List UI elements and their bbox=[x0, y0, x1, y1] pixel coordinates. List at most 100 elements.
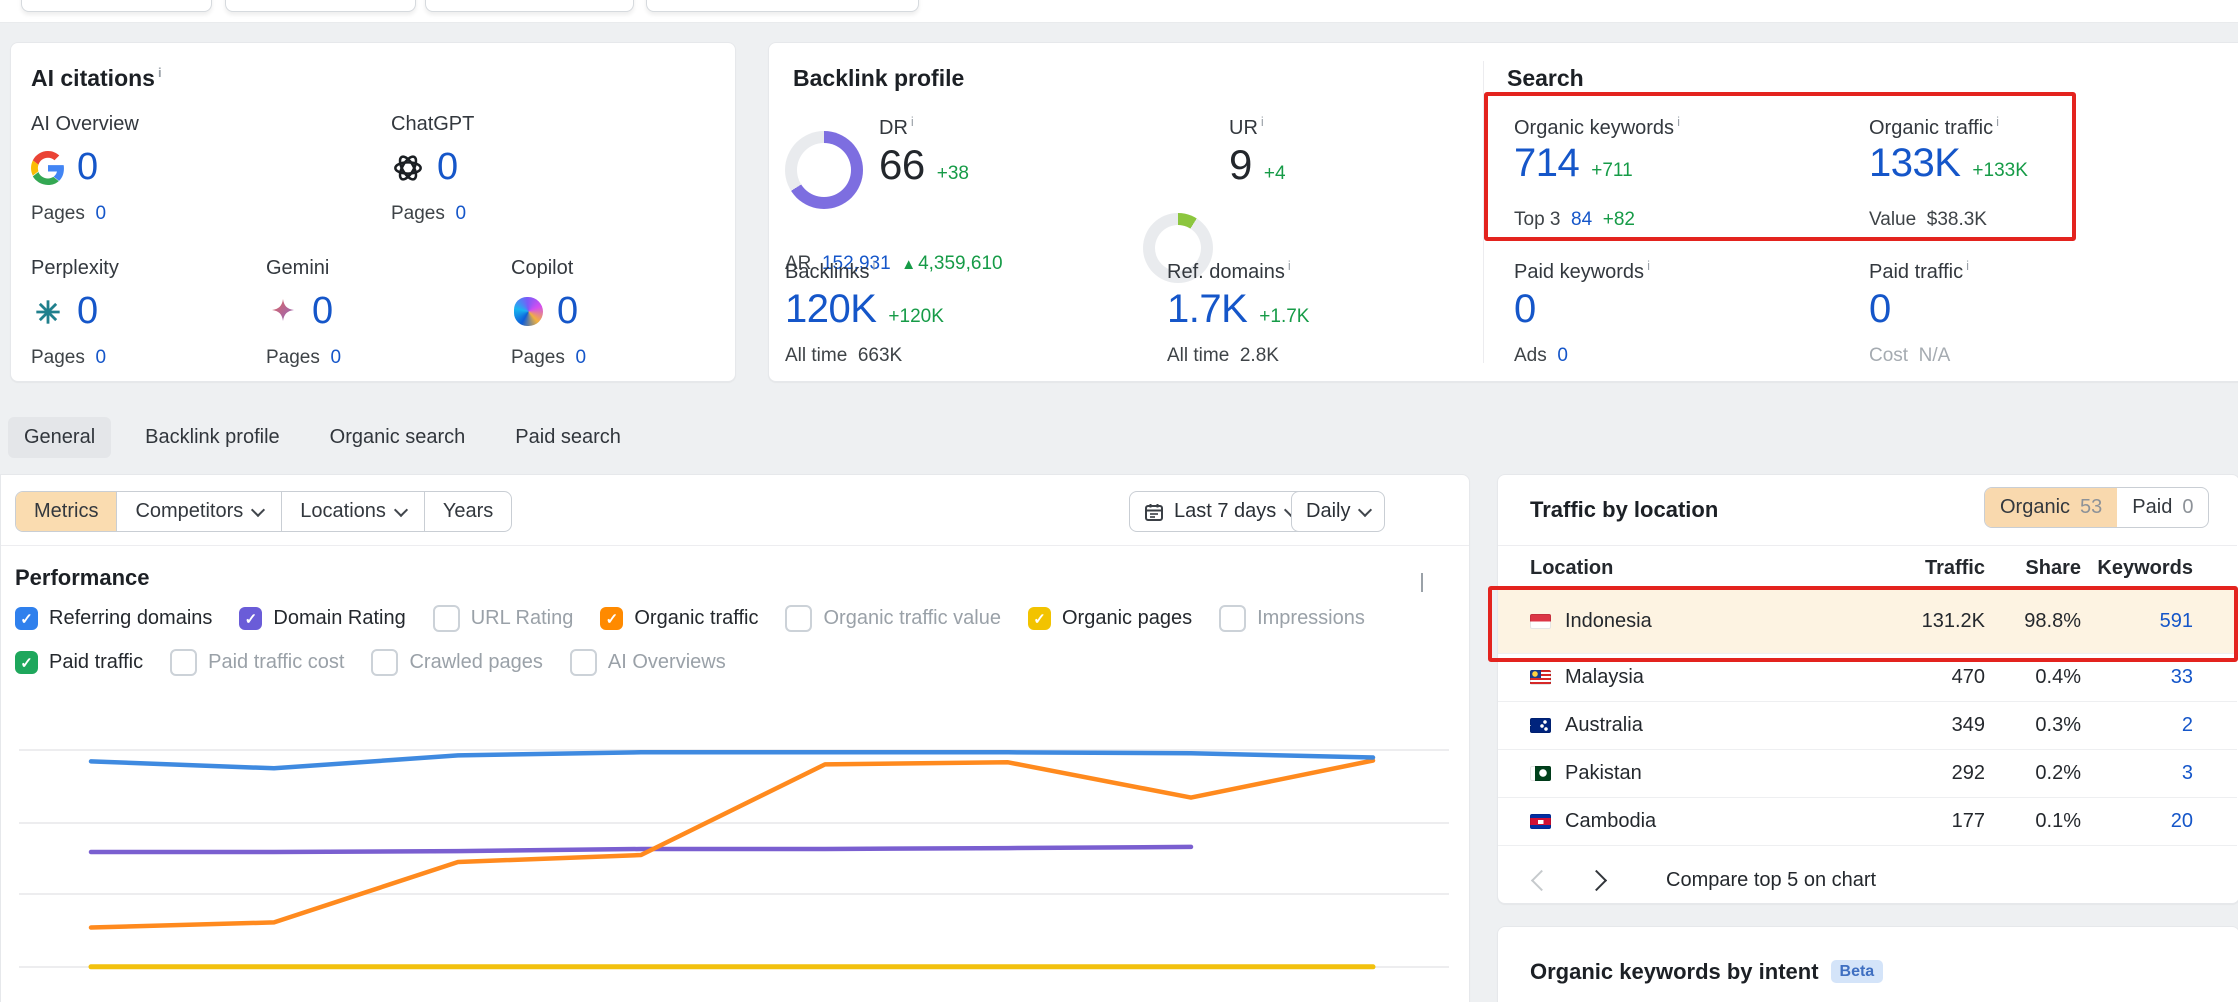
pages-link[interactable]: 0 bbox=[330, 347, 341, 368]
table-row-australia[interactable]: Australia 349 0.3% 2 bbox=[1498, 701, 2237, 750]
info-icon[interactable]: i bbox=[872, 258, 875, 273]
dr-donut-chart bbox=[785, 131, 863, 209]
checkbox-organic-traffic-value[interactable]: Organic traffic value bbox=[785, 605, 1001, 632]
pages-link[interactable]: 0 bbox=[95, 347, 106, 368]
keywords-link[interactable]: 33 bbox=[2081, 666, 2193, 689]
info-icon[interactable]: i bbox=[911, 114, 914, 129]
traffic-value-line: Value $38.3K bbox=[1869, 209, 1987, 231]
organic-keywords-value[interactable]: 714 bbox=[1514, 141, 1579, 186]
table-row-pakistan[interactable]: Pakistan 292 0.2% 3 bbox=[1498, 749, 2237, 798]
checkbox-unchecked-icon bbox=[433, 605, 460, 632]
ai-item-value[interactable]: 0 bbox=[312, 290, 333, 333]
info-icon[interactable]: i bbox=[1261, 114, 1264, 129]
checkbox-paid-traffic-cost[interactable]: Paid traffic cost bbox=[170, 649, 344, 676]
ai-item-label: ChatGPT bbox=[391, 113, 474, 136]
ai-item-value[interactable]: 0 bbox=[77, 290, 98, 333]
column-share[interactable]: Share bbox=[1985, 557, 2081, 580]
tab-backlink-profile[interactable]: Backlink profile bbox=[129, 417, 296, 458]
checkbox-crawled-pages[interactable]: Crawled pages bbox=[371, 649, 542, 676]
search-title: Search bbox=[1507, 65, 1584, 92]
organic-traffic-value[interactable]: 133K bbox=[1869, 141, 1960, 186]
keywords-link[interactable]: 2 bbox=[2081, 714, 2193, 737]
paid-keywords-value[interactable]: 0 bbox=[1514, 287, 1536, 332]
ai-item-label: Copilot bbox=[511, 257, 586, 280]
organic-toggle-option[interactable]: Organic53 bbox=[1985, 488, 2117, 527]
checkbox-unchecked-icon bbox=[170, 649, 197, 676]
ai-item-label: AI Overview bbox=[31, 113, 139, 136]
share-value: 0.4% bbox=[1985, 666, 2081, 689]
info-icon[interactable]: i bbox=[158, 65, 162, 80]
info-icon[interactable]: i bbox=[1677, 114, 1680, 129]
backlinks-value[interactable]: 120K bbox=[785, 287, 876, 332]
checkbox-domain-rating[interactable]: ✓Domain Rating bbox=[239, 605, 405, 632]
top-widget-stub[interactable] bbox=[21, 0, 212, 12]
chevron-down-icon bbox=[394, 502, 408, 516]
organic-keywords-delta: +711 bbox=[1591, 160, 1632, 182]
info-icon[interactable]: i bbox=[1996, 114, 1999, 129]
column-location[interactable]: Location bbox=[1530, 557, 1865, 580]
tab-paid-search[interactable]: Paid search bbox=[499, 417, 637, 458]
checkbox-organic-pages[interactable]: ✓Organic pages bbox=[1028, 605, 1192, 632]
table-pagination: Compare top 5 on chart bbox=[1534, 869, 1876, 892]
checkbox-impressions[interactable]: Impressions bbox=[1219, 605, 1365, 632]
tab-general[interactable]: General bbox=[8, 417, 111, 458]
ur-value: 9 bbox=[1229, 141, 1252, 189]
top-widget-stub[interactable] bbox=[425, 0, 634, 12]
column-keywords[interactable]: Keywords bbox=[2081, 557, 2193, 580]
checkbox-unchecked-icon bbox=[785, 605, 812, 632]
pages-link[interactable]: 0 bbox=[95, 203, 106, 224]
previous-page-button[interactable] bbox=[1531, 870, 1552, 891]
keywords-link[interactable]: 20 bbox=[2081, 810, 2193, 833]
date-range-button[interactable]: Last 7 days bbox=[1129, 491, 1311, 532]
checkbox-paid-traffic[interactable]: ✓Paid traffic bbox=[15, 649, 143, 676]
locations-segment[interactable]: Locations bbox=[281, 492, 424, 531]
ads-link[interactable]: 0 bbox=[1557, 345, 1568, 366]
table-row-malaysia[interactable]: Malaysia 470 0.4% 33 bbox=[1498, 653, 2237, 702]
ai-item-value[interactable]: 0 bbox=[77, 146, 98, 189]
location-name: Pakistan bbox=[1565, 762, 1642, 785]
competitors-segment[interactable]: Competitors bbox=[116, 492, 281, 531]
compare-top5-link[interactable]: Compare top 5 on chart bbox=[1666, 869, 1876, 892]
checkbox-label: Referring domains bbox=[49, 607, 212, 630]
report-tabs: General Backlink profile Organic search … bbox=[8, 417, 637, 458]
ref-domains-label: Ref. domainsi bbox=[1167, 261, 1291, 284]
years-segment[interactable]: Years bbox=[424, 492, 511, 531]
checkbox-url-rating[interactable]: URL Rating bbox=[433, 605, 574, 632]
pages-label: Pages bbox=[31, 347, 85, 368]
pages-link[interactable]: 0 bbox=[455, 203, 466, 224]
beta-badge: Beta bbox=[1831, 960, 1884, 983]
ai-item-value[interactable]: 0 bbox=[557, 290, 578, 333]
info-icon[interactable]: i bbox=[1647, 258, 1650, 273]
paid-toggle-option[interactable]: Paid0 bbox=[2117, 488, 2208, 527]
info-icon[interactable]: i bbox=[1966, 258, 1969, 273]
paid-traffic-value[interactable]: 0 bbox=[1869, 287, 1891, 332]
checkbox-ai-overviews[interactable]: AI Overviews bbox=[570, 649, 726, 676]
table-header-row: Location Traffic Share Keywords bbox=[1498, 547, 2237, 590]
table-row-cambodia[interactable]: Cambodia 177 0.1% 20 bbox=[1498, 797, 2237, 846]
top-widget-stub[interactable] bbox=[225, 0, 416, 12]
metrics-segment[interactable]: Metrics bbox=[16, 492, 116, 531]
ref-domains-alltime: All time 2.8K bbox=[1167, 345, 1279, 367]
granularity-button[interactable]: Daily bbox=[1291, 491, 1385, 532]
checkbox-label: Organic traffic bbox=[634, 607, 758, 630]
column-traffic[interactable]: Traffic bbox=[1865, 557, 1985, 580]
ai-citations-card: AI citationsi AI Overview 0 Pages 0 Chat… bbox=[10, 42, 736, 382]
next-page-button[interactable] bbox=[1586, 870, 1607, 891]
info-icon[interactable]: i bbox=[1288, 258, 1291, 273]
domain-rating-line bbox=[91, 847, 1191, 852]
pages-link[interactable]: 0 bbox=[575, 347, 586, 368]
tab-organic-search[interactable]: Organic search bbox=[314, 417, 482, 458]
ref-domains-value[interactable]: 1.7K bbox=[1167, 287, 1247, 332]
checkbox-checked-icon: ✓ bbox=[239, 607, 262, 630]
keywords-link[interactable]: 3 bbox=[2081, 762, 2193, 785]
collapse-section-button[interactable] bbox=[1421, 575, 1423, 593]
top3-link[interactable]: 84 bbox=[1571, 209, 1592, 230]
pakistan-flag bbox=[1530, 766, 1551, 781]
top-widget-stub[interactable] bbox=[646, 0, 919, 12]
checkbox-organic-traffic[interactable]: ✓Organic traffic bbox=[600, 605, 758, 632]
checkbox-referring-domains[interactable]: ✓Referring domains bbox=[15, 605, 212, 632]
keywords-link[interactable]: 591 bbox=[2081, 610, 2193, 633]
ai-item-value[interactable]: 0 bbox=[437, 146, 458, 189]
share-value: 0.2% bbox=[1985, 762, 2081, 785]
table-row-indonesia[interactable]: Indonesia 131.2K 98.8% 591 bbox=[1498, 589, 2237, 654]
